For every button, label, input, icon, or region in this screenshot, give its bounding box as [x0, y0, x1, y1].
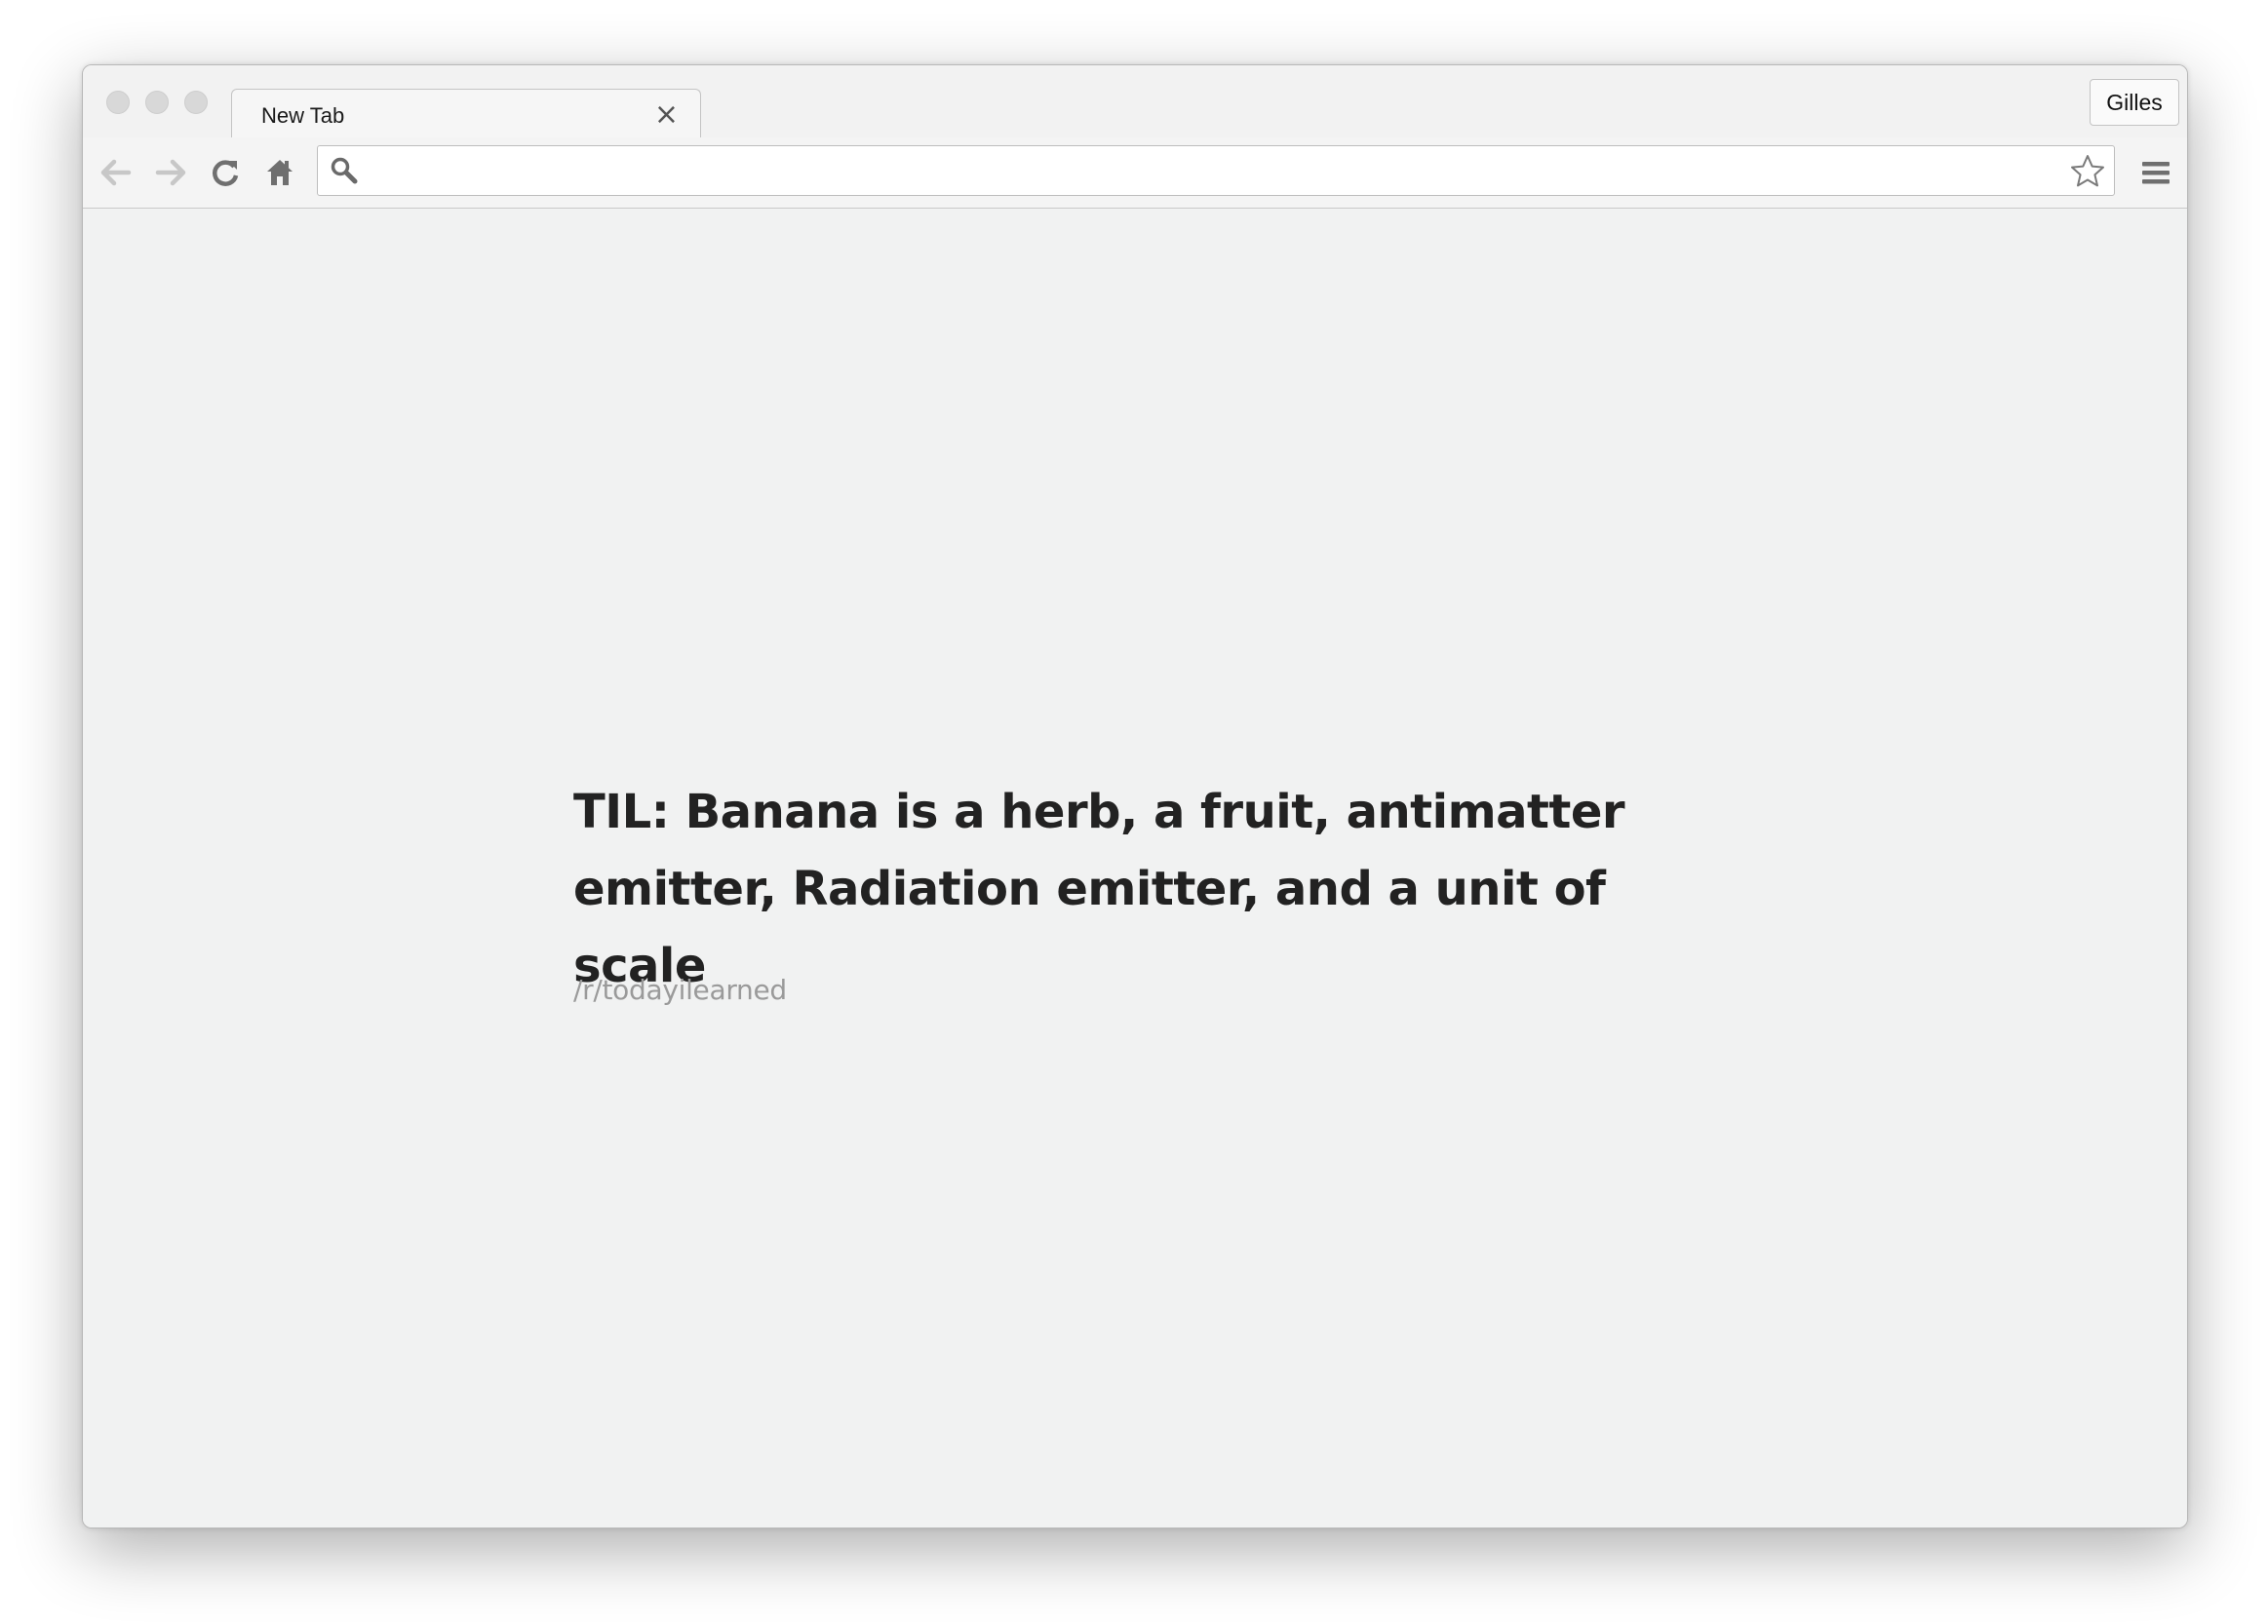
- new-tab-page: TIL: Banana is a herb, a fruit, antimatt…: [83, 209, 2187, 1527]
- home-icon[interactable]: [258, 151, 301, 194]
- reload-icon[interactable]: [204, 151, 247, 194]
- star-icon[interactable]: [2069, 153, 2106, 195]
- minimize-window-button[interactable]: [145, 91, 169, 114]
- close-window-button[interactable]: [106, 91, 130, 114]
- hamburger-menu-icon[interactable]: [2134, 151, 2177, 194]
- til-headline[interactable]: TIL: Banana is a herb, a fruit, antimatt…: [573, 774, 1724, 1005]
- back-arrow-icon[interactable]: [95, 151, 137, 194]
- tab-new-tab[interactable]: New Tab ×: [231, 89, 701, 140]
- forward-arrow-icon[interactable]: [149, 151, 192, 194]
- toolbar: [83, 137, 2187, 209]
- tab-title: New Tab: [261, 103, 345, 128]
- address-input[interactable]: [371, 146, 2052, 197]
- address-bar[interactable]: [317, 145, 2115, 197]
- search-icon: [330, 156, 359, 190]
- tab-strip: New Tab × Gilles: [83, 65, 2187, 140]
- profile-button[interactable]: Gilles: [2090, 79, 2179, 126]
- subreddit-label[interactable]: /r/todayilearned: [573, 974, 787, 1006]
- browser-window: New Tab × Gilles TIL: Banana is a herb, …: [82, 64, 2188, 1528]
- zoom-window-button[interactable]: [184, 91, 208, 114]
- close-tab-icon[interactable]: ×: [654, 97, 679, 133]
